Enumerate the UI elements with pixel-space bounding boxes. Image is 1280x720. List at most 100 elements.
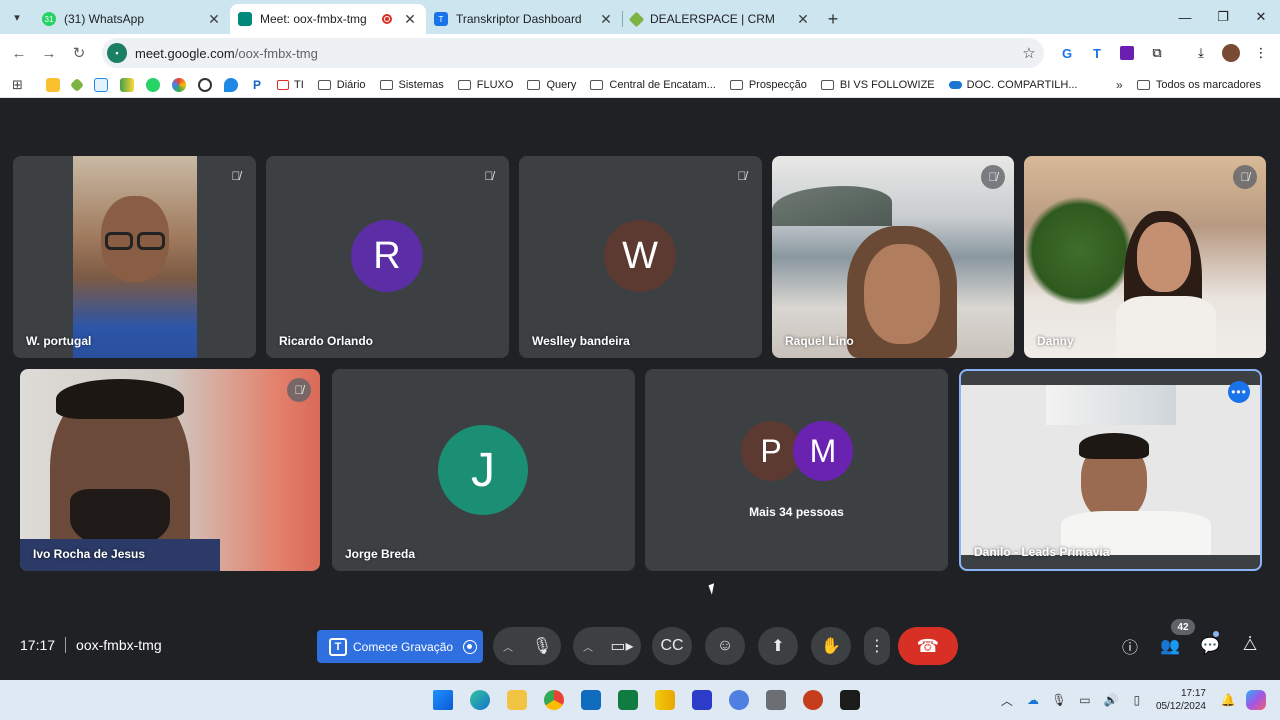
bookmark-central[interactable]: Central de Encatam... [590, 79, 716, 91]
taskbar-powerpoint[interactable] [794, 680, 831, 720]
volume-icon[interactable]: 🔊 [1098, 693, 1124, 707]
other-avatar: M [793, 421, 853, 481]
bookmark-query[interactable]: Query [527, 79, 576, 91]
taskbar-chrome[interactable] [535, 680, 572, 720]
bookmark-openai-icon[interactable] [198, 77, 212, 92]
start-recording-button[interactable]: T Comece Gravação [317, 630, 483, 663]
video-options-chevron-icon[interactable]: ︿ [573, 627, 603, 665]
leave-call-button[interactable]: ☎ [898, 627, 958, 665]
captions-button[interactable]: CC [652, 627, 692, 665]
more-bookmarks-icon[interactable]: » [1116, 72, 1123, 98]
bookmark-doc-compartilhado[interactable]: DOC. COMPARTILH... [948, 79, 1077, 91]
taskbar-edge[interactable] [461, 680, 498, 720]
bookmark-accessibility-icon[interactable] [94, 77, 108, 92]
profile-avatar[interactable] [1216, 38, 1246, 68]
forward-icon[interactable]: → [34, 38, 64, 68]
participant-tile-raquel-lino[interactable]: 🎙̸ Raquel Lino [772, 156, 1014, 358]
bookmark-ti[interactable]: TI [277, 79, 304, 91]
bookmark-diario[interactable]: Diário [317, 79, 366, 91]
meeting-details-button[interactable]: ⓘ [1111, 627, 1149, 665]
transkriptor-extension-icon[interactable]: T [1082, 38, 1112, 68]
participant-tile-ivo-rocha[interactable]: 🎙̸ Ivo Rocha de Jesus [20, 369, 320, 571]
others-tile[interactable]: P M Mais 34 pessoas [645, 369, 948, 571]
more-options-icon[interactable]: ••• [1228, 381, 1250, 403]
bookmark-whatsapp-icon[interactable] [146, 77, 160, 92]
participant-tile-ricardo-orlando[interactable]: R 🎙̸ Ricardo Orlando [266, 156, 509, 358]
bookmark-fluxo[interactable]: FLUXO [457, 79, 513, 91]
taskbar-outlook[interactable] [572, 680, 609, 720]
bookmark-star-icon[interactable]: ☆ [1014, 44, 1044, 62]
browser-menu-icon[interactable]: ⋮ [1246, 38, 1276, 68]
more-options-button[interactable]: ⋮ [864, 627, 890, 665]
audio-options-chevron-icon[interactable]: ︿ [493, 627, 523, 665]
mic-off-icon: 🎙̸ [981, 165, 1005, 189]
copilot-icon[interactable] [1246, 690, 1266, 710]
network-icon[interactable]: ▭ [1072, 693, 1098, 707]
bookmark-bi-vs-followize[interactable]: BI VS FOLLOWIZE [820, 79, 935, 91]
close-tab-icon[interactable]: ✕ [206, 11, 222, 28]
tab-whatsapp[interactable]: 31 (31) WhatsApp ✕ [34, 4, 230, 34]
activities-button[interactable]: ⧊ [1231, 627, 1269, 665]
bookmark-prospeccao[interactable]: Prospecção [729, 79, 807, 91]
bookmark-dealerspace-icon[interactable] [69, 77, 85, 92]
back-icon[interactable]: ← [4, 38, 34, 68]
close-tab-icon[interactable]: ✕ [795, 11, 811, 28]
site-info-icon[interactable]: ▪ [107, 43, 127, 63]
bookmark-chart-icon[interactable] [120, 77, 134, 92]
close-window-icon[interactable]: ✕ [1242, 0, 1280, 34]
calculator-icon [765, 690, 786, 710]
participant-tile-weslley-bandeira[interactable]: W 🎙̸ Weslley bandeira [519, 156, 762, 358]
taskbar-app-blue[interactable] [683, 680, 720, 720]
reactions-button[interactable]: ☺ [705, 627, 745, 665]
bookmark-sistemas[interactable]: Sistemas [379, 79, 444, 91]
all-bookmarks[interactable]: Todos os marcadores [1136, 72, 1261, 98]
extensions-puzzle-icon[interactable]: ⧉ [1142, 38, 1172, 68]
close-tab-icon[interactable]: ✕ [402, 11, 418, 28]
participant-tile-w-portugal[interactable]: 🎙̸ W. portugal [13, 156, 256, 358]
taskbar-powerbi[interactable] [646, 680, 683, 720]
minimize-icon[interactable]: — [1166, 0, 1204, 34]
bookmark-yellow-icon[interactable] [46, 77, 60, 92]
mouse-cursor [708, 583, 718, 595]
bookmark-chat-icon[interactable] [224, 77, 238, 92]
tab-meet[interactable]: Meet: oox-fmbx-tmg ✕ [230, 4, 426, 34]
reload-icon[interactable]: ↻ [64, 38, 94, 68]
battery-icon[interactable]: ▯ [1124, 693, 1150, 707]
participant-tile-jorge-breda[interactable]: J Jorge Breda [332, 369, 635, 571]
microphone-tray-icon[interactable]: 🎙 [1046, 693, 1072, 707]
taskbar-terminal[interactable] [831, 680, 868, 720]
participant-tile-danny[interactable]: 🎙̸ Danny [1024, 156, 1266, 358]
tab-dealerspace[interactable]: DEALERSPACE | CRM ✕ [623, 4, 819, 34]
notifications-bell-icon[interactable]: 🔔 [1216, 693, 1240, 707]
present-button[interactable]: ⬆ [758, 627, 798, 665]
tab-title: (31) WhatsApp [64, 12, 145, 26]
system-clock[interactable]: 17:17 05/12/2024 [1156, 687, 1206, 713]
download-icon[interactable]: ⤓ [1186, 38, 1216, 68]
chat-button[interactable]: 💬 [1191, 627, 1229, 665]
translate-icon[interactable]: G [1052, 38, 1082, 68]
apps-grid-icon[interactable]: ⊞ [12, 77, 32, 93]
activities-icon: ⧊ [1242, 637, 1258, 654]
onedrive-icon[interactable]: ☁ [1020, 693, 1046, 707]
show-hidden-icons-chevron[interactable]: ︿ [994, 692, 1020, 709]
camera-icon[interactable]: ▭▸ [603, 627, 641, 665]
address-bar[interactable]: ▪ meet.google.com/oox-fmbx-tmg ☆ [102, 38, 1044, 68]
taskbar-calculator[interactable] [757, 680, 794, 720]
restore-icon[interactable]: ❐ [1204, 0, 1242, 34]
participant-tile-danilo[interactable]: ••• Danilo - Leads Primavia [959, 369, 1262, 571]
start-button[interactable] [424, 680, 461, 720]
microphone-icon[interactable]: 🎙 [523, 627, 561, 665]
new-tab-button[interactable]: + [819, 4, 847, 34]
bookmark-photos-icon[interactable] [172, 77, 186, 92]
bookmark-paypal-icon[interactable]: P [250, 77, 264, 92]
raise-hand-button[interactable]: ✋ [811, 627, 851, 665]
app-blue-icon [691, 690, 712, 710]
tab-transkriptor[interactable]: T Transkriptor Dashboard ✕ [426, 4, 622, 34]
participant-avatar: W [604, 220, 676, 292]
taskbar-excel[interactable] [609, 680, 646, 720]
purple-extension-icon[interactable] [1112, 38, 1142, 68]
tab-search-icon[interactable]: ▾ [4, 4, 30, 30]
taskbar-app-cycle[interactable] [720, 680, 757, 720]
taskbar-explorer[interactable] [498, 680, 535, 720]
close-tab-icon[interactable]: ✕ [598, 11, 614, 28]
